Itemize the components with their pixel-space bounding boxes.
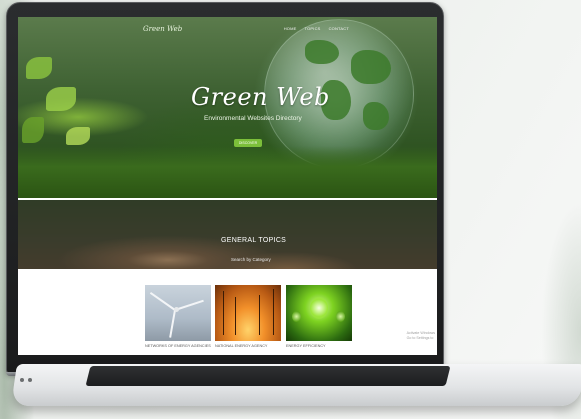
topics-banner: GENERAL TOPICS Search by Category (18, 200, 437, 269)
leaf-decoration (46, 87, 76, 111)
hero-title: Green Web (191, 83, 330, 111)
nav-contact[interactable]: CONTACT (329, 26, 349, 31)
topics-subtitle[interactable]: Search by Category (231, 257, 271, 262)
topics-title: GENERAL TOPICS (221, 237, 287, 244)
card-energy-networks[interactable]: NETWORKS OF ENERGY AGENCIES (145, 285, 211, 348)
nav-home[interactable]: HOME (284, 26, 297, 31)
site-logo[interactable]: Green Web (143, 25, 182, 33)
wind-turbine-image (145, 285, 211, 341)
card-label: ENERGY EFFICIENCY (286, 344, 326, 348)
card-national-energy-agency[interactable]: NATIONAL ENERGY AGENCY (215, 285, 281, 348)
laptop-screen: Green Web HOME TOPICS CONTACT Green Web … (18, 17, 437, 355)
laptop-keyboard (85, 366, 451, 386)
card-label: NETWORKS OF ENERGY AGENCIES (145, 344, 211, 348)
leaf-decoration (66, 127, 90, 145)
hero-subtitle: Environmental Websites Directory (204, 115, 302, 122)
site-nav: HOME TOPICS CONTACT (284, 26, 349, 31)
discover-button[interactable]: DISCOVER (234, 139, 262, 147)
power-lines-image (215, 285, 281, 341)
activation-watermark: Activate Windows Go to Settings to (406, 331, 435, 340)
category-cards: NETWORKS OF ENERGY AGENCIES NATIONAL ENE… (18, 269, 437, 355)
card-label: NATIONAL ENERGY AGENCY (215, 344, 268, 348)
light-bulbs-image (286, 285, 352, 341)
hero-section: Green Web HOME TOPICS CONTACT Green Web … (18, 17, 437, 198)
audio-port-icon (28, 378, 32, 382)
laptop-ports (20, 378, 32, 382)
moss-ground (18, 146, 437, 198)
nav-topics[interactable]: TOPICS (305, 26, 321, 31)
usb-port-icon (20, 378, 24, 382)
leaf-decoration (26, 57, 52, 79)
leaf-decoration (22, 117, 44, 143)
card-energy-efficiency[interactable]: ENERGY EFFICIENCY (286, 285, 352, 348)
